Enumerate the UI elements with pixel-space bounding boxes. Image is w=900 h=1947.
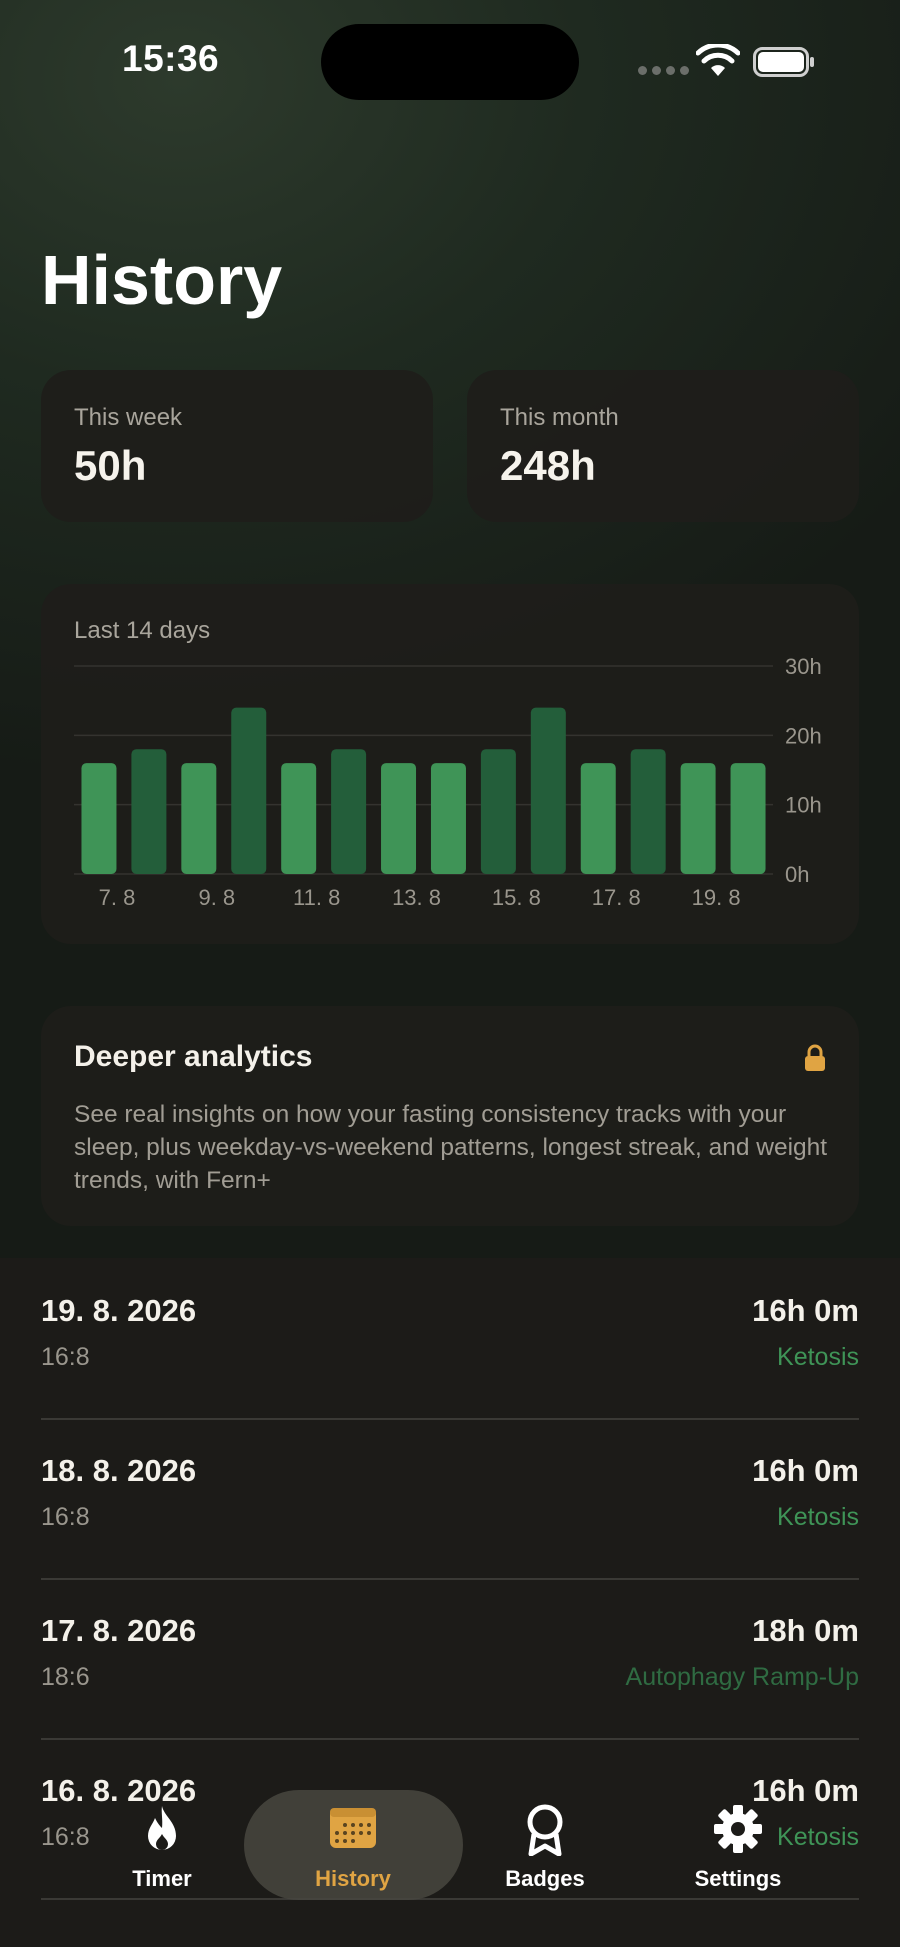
deeper-analytics-card[interactable]: Deeper analytics See real insights on ho…	[41, 1006, 859, 1226]
history-date: 17. 8. 2026	[41, 1613, 197, 1648]
tab-bar: Timer History Badges Settings	[0, 1782, 900, 1912]
this-month-value: 248h	[500, 442, 596, 489]
gear-icon	[714, 1805, 762, 1853]
chart-bar	[281, 763, 317, 874]
flame-icon	[148, 1806, 176, 1850]
history-plan: 18:6	[41, 1663, 90, 1691]
y-tick-label: 10h	[785, 793, 822, 818]
tab-history-label: History	[315, 1866, 391, 1891]
dynamic-island	[321, 24, 579, 100]
chart-bar	[730, 763, 766, 874]
analytics-title: Deeper analytics	[74, 1040, 313, 1073]
this-week-label: This week	[74, 404, 183, 431]
this-month-label: This month	[500, 404, 619, 431]
tab-settings-label: Settings	[694, 1866, 782, 1891]
chart-bar	[81, 763, 117, 874]
tab-history[interactable]: History	[253, 1782, 453, 1892]
wifi-icon	[696, 44, 740, 76]
badge-ribbon-icon	[527, 1804, 563, 1856]
y-tick-label: 20h	[785, 723, 822, 748]
x-tick-label: 17. 8	[592, 885, 641, 910]
history-duration: 18h 0m	[752, 1613, 859, 1648]
x-tick-label: 15. 8	[492, 885, 541, 910]
history-row[interactable]: 18. 8. 2026 16:8 16h 0m Ketosis	[41, 1418, 859, 1580]
tab-badges-label: Badges	[505, 1866, 585, 1891]
chart-bar	[530, 707, 566, 874]
page-title: History	[41, 241, 283, 319]
chart-bar	[231, 707, 267, 874]
chart-bar	[430, 763, 466, 874]
chart-bar	[331, 749, 367, 874]
history-date: 18. 8. 2026	[41, 1453, 197, 1488]
chart-bar	[131, 749, 167, 874]
last-14-days-chart-card: Last 14 days 0h 10h 20h 30h 7. 8 9. 8 11. 8 13.…	[41, 584, 859, 944]
chart-bar	[181, 763, 217, 874]
history-plan: 16:8	[41, 1503, 90, 1531]
tab-timer[interactable]: Timer	[62, 1782, 262, 1892]
status-time: 15:36	[122, 38, 220, 79]
tab-badges[interactable]: Badges	[445, 1782, 645, 1892]
this-week-card: This week 50h	[41, 370, 433, 522]
history-duration: 16h 0m	[752, 1453, 859, 1488]
x-tick-label: 9. 8	[198, 885, 235, 910]
x-tick-label: 13. 8	[392, 885, 441, 910]
history-phase: Ketosis	[777, 1503, 859, 1531]
history-row[interactable]: 19. 8. 2026 16:8 16h 0m Ketosis	[41, 1258, 859, 1420]
history-duration: 16h 0m	[752, 1293, 859, 1328]
chart-bar	[480, 749, 516, 874]
calendar-icon	[330, 1808, 376, 1848]
y-tick-label: 30h	[785, 654, 822, 679]
x-tick-label: 11. 8	[293, 885, 340, 910]
history-row[interactable]: 17. 8. 2026 18:6 18h 0m Autophagy Ramp-Up	[41, 1578, 859, 1740]
bar-chart: 0h 10h 20h 30h 7. 8 9. 8 11. 8 13. 8 15. 8 17. 8 1…	[74, 654, 822, 910]
y-tick-label: 0h	[785, 862, 809, 887]
history-plan: 16:8	[41, 1343, 90, 1371]
x-tick-label: 19. 8	[692, 885, 741, 910]
history-phase: Ketosis	[777, 1343, 859, 1371]
chart-bar	[680, 763, 716, 874]
cellular-signal-icon	[638, 66, 689, 75]
history-date: 19. 8. 2026	[41, 1293, 197, 1328]
chart-bar	[580, 763, 616, 874]
lock-icon	[805, 1044, 825, 1071]
analytics-description: See real insights on how your fasting co…	[74, 1101, 828, 1194]
chart-bar	[630, 749, 666, 874]
history-phase: Autophagy Ramp-Up	[625, 1663, 859, 1691]
this-month-card: This month 248h	[467, 370, 859, 522]
battery-icon	[753, 47, 814, 77]
x-tick-label: 7. 8	[99, 885, 136, 910]
tab-settings[interactable]: Settings	[638, 1782, 838, 1892]
this-week-value: 50h	[74, 442, 147, 489]
chart-bar	[381, 763, 417, 874]
tab-timer-label: Timer	[132, 1866, 192, 1891]
